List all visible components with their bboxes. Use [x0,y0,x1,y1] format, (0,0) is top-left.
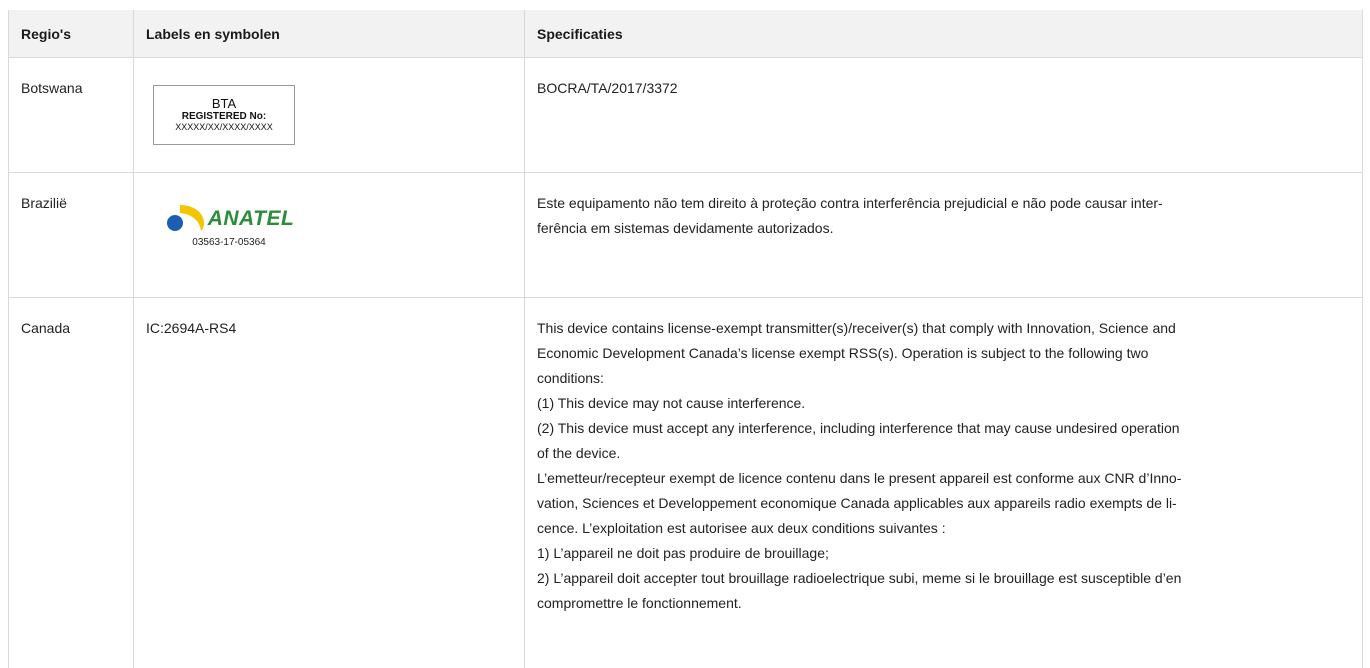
table-row: Brazilië ANATEL 03563-17-05364 Este equi… [9,173,1362,298]
spec-line: L’emetteur/recepteur exempt de licence c… [537,470,1182,486]
bta-number: XXXXX/XX/XXXX/XXXX [175,122,273,132]
header-region: Regio's [9,10,134,57]
table-header-row: Regio's Labels en symbolen Specificaties [9,10,1362,58]
spec-line: This device contains license-exempt tran… [537,320,1176,336]
spec-line: ferência em sistemas devidamente autoriz… [537,220,834,236]
label-cell: ANATEL 03563-17-05364 [134,173,525,297]
table-row: Canada IC:2694A-RS4 This device contains… [9,298,1362,668]
label-cell: IC:2694A-RS4 [134,298,525,668]
region-cell: Botswana [9,58,134,172]
spec-cell: Este equipamento não tem direito à prote… [525,173,1362,297]
anatel-number: 03563-17-05364 [192,237,266,248]
spec-line: 2) L’appareil doit accepter tout brouill… [537,570,1182,586]
anatel-wordmark: ANATEL [207,206,295,230]
label-cell: BTA REGISTERED No: XXXXX/XX/XXXX/XXXX [134,58,525,172]
header-labels: Labels en symbolen [134,10,525,57]
spec-cell: BOCRA/TA/2017/3372 [525,58,1362,172]
anatel-logo: ANATEL [164,203,295,233]
spec-line: Economic Development Canada’s license ex… [537,345,1149,361]
bta-registration-label: BTA REGISTERED No: XXXXX/XX/XXXX/XXXX [153,85,295,145]
spec-line: cence. L’exploitation est autorisee aux … [537,520,946,536]
region-cell: Canada [9,298,134,668]
bta-title: BTA [211,96,237,111]
region-cell: Brazilië [9,173,134,297]
table-row: Botswana BTA REGISTERED No: XXXXX/XX/XXX… [9,58,1362,173]
spec-line: conditions: [537,370,604,386]
spec-line: BOCRA/TA/2017/3372 [537,80,678,96]
header-specs: Specificaties [537,25,623,42]
ic-number: IC:2694A-RS4 [146,320,237,336]
anatel-logo-icon [166,205,204,231]
spec-line: vation, Sciences et Developpement econom… [537,495,1177,511]
spec-line: compromettre le fonctionnement. [537,595,742,611]
bta-registered-text: REGISTERED No: [181,111,267,122]
spec-cell: This device contains license-exempt tran… [525,298,1362,668]
spec-line: Este equipamento não tem direito à prote… [537,195,1163,211]
spec-line: 1) L’appareil ne doit pas produire de br… [537,545,829,561]
spec-line: (2) This device must accept any interfer… [537,420,1180,436]
regulatory-table: Regio's Labels en symbolen Specificaties… [8,10,1363,668]
anatel-label: ANATEL 03563-17-05364 [154,203,304,249]
spec-line: (1) This device may not cause interferen… [537,395,806,411]
spec-line: of the device. [537,445,621,461]
